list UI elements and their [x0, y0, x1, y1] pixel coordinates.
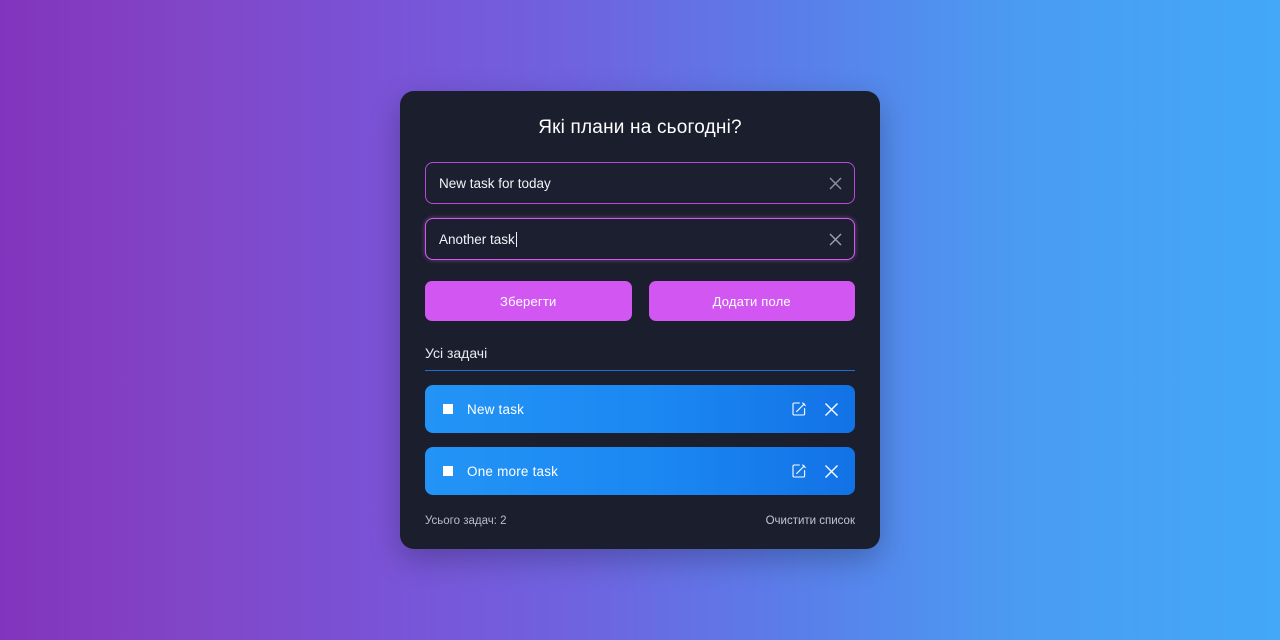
task-checkbox[interactable]	[443, 466, 453, 476]
task-row[interactable]: One more task	[425, 447, 855, 495]
card-footer: Усього задач: 2 Очистити список	[425, 515, 855, 527]
task-input-2[interactable]: Another task	[426, 231, 854, 247]
add-field-button[interactable]: Додати поле	[648, 281, 855, 321]
task-checkbox[interactable]	[443, 404, 453, 414]
task-input-row-2[interactable]: Another task	[425, 218, 855, 260]
task-row-icons	[789, 399, 841, 419]
task-row[interactable]: New task	[425, 385, 855, 433]
todo-card: Які плани на сьогодні? New task for toda…	[400, 91, 880, 549]
task-input-1[interactable]: New task for today	[426, 176, 854, 191]
task-list-heading: Усі задачі	[425, 345, 855, 371]
close-icon[interactable]	[825, 173, 845, 193]
task-row-icons	[789, 461, 841, 481]
text-caret	[515, 231, 517, 247]
total-tasks-label: Усього задач: 2	[425, 515, 507, 527]
clear-list-button[interactable]: Очистити список	[766, 515, 855, 527]
edit-square-icon[interactable]	[789, 399, 809, 419]
task-label: New task	[467, 401, 525, 417]
task-input-list: New task for today Another task	[425, 162, 855, 260]
task-label: One more task	[467, 463, 559, 479]
page-title: Які плани на сьогодні?	[538, 117, 742, 138]
edit-square-icon[interactable]	[789, 461, 809, 481]
save-button[interactable]: Зберегти	[425, 281, 632, 321]
close-icon[interactable]	[821, 461, 841, 481]
task-input-2-value: Another task	[439, 231, 515, 247]
close-icon[interactable]	[821, 399, 841, 419]
card-actions: Зберегти Додати поле	[425, 281, 855, 321]
task-input-row-1[interactable]: New task for today	[425, 162, 855, 204]
close-icon[interactable]	[825, 229, 845, 249]
task-list: New task One more task	[425, 385, 855, 495]
task-input-1-value: New task for today	[439, 175, 551, 191]
